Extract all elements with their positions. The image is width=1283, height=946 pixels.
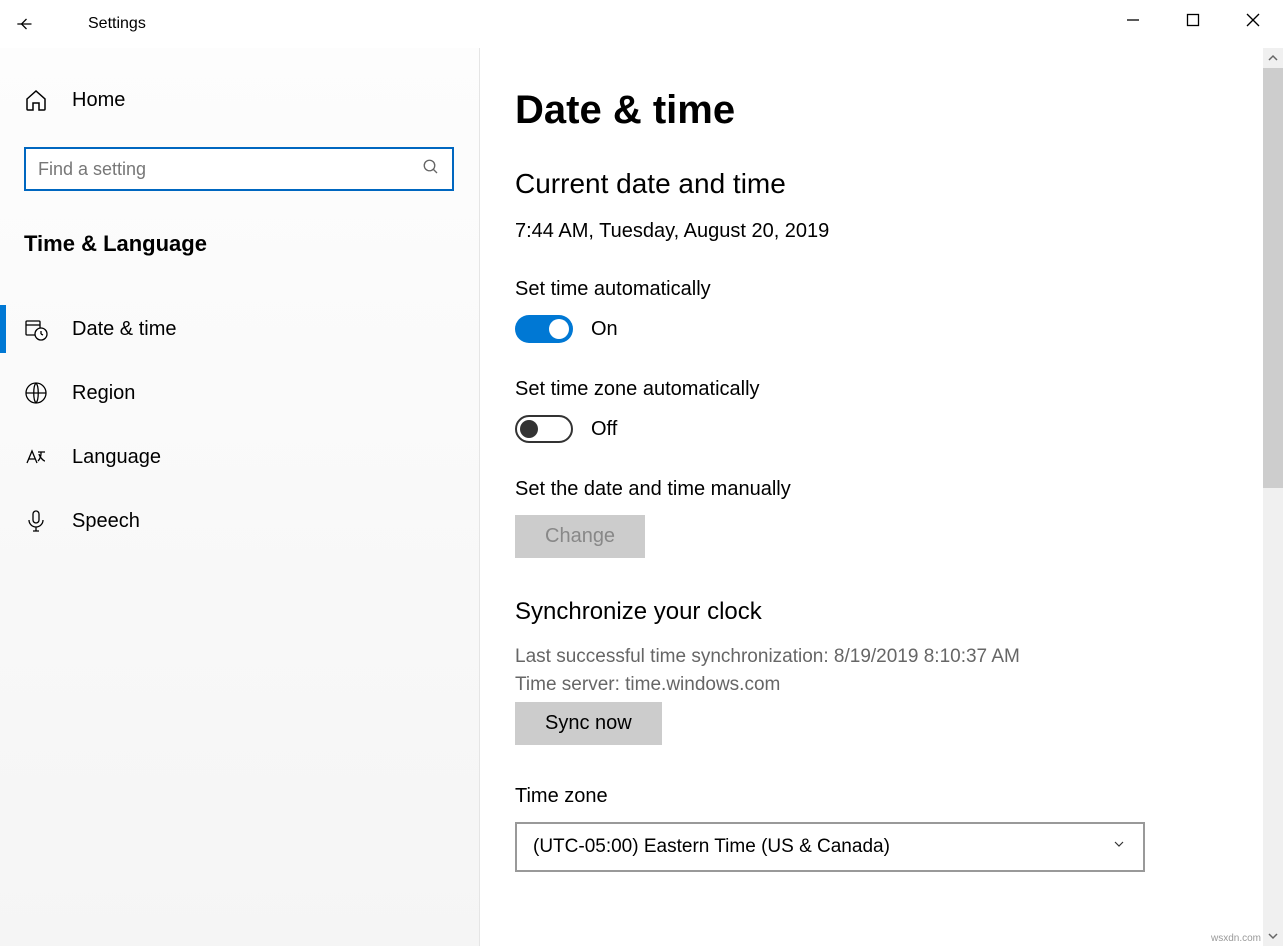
minimize-icon — [1126, 13, 1140, 27]
window-controls — [1103, 0, 1283, 40]
minimize-button[interactable] — [1103, 0, 1163, 40]
calendar-clock-icon — [24, 317, 48, 341]
content-area: Date & time Current date and time 7:44 A… — [480, 48, 1283, 946]
title-bar: Settings — [0, 0, 1283, 48]
scroll-down-button[interactable] — [1263, 926, 1283, 946]
globe-icon — [24, 381, 48, 405]
language-icon — [24, 445, 48, 469]
current-datetime-value: 7:44 AM, Tuesday, August 20, 2019 — [515, 220, 1283, 243]
sidebar-item-language[interactable]: Language — [24, 425, 479, 489]
timezone-value: (UTC-05:00) Eastern Time (US & Canada) — [533, 836, 890, 858]
home-link[interactable]: Home — [24, 88, 479, 112]
sidebar-item-region[interactable]: Region — [24, 361, 479, 425]
microphone-icon — [24, 509, 48, 533]
app-title: Settings — [88, 15, 146, 33]
auto-time-label: Set time automatically — [515, 278, 1283, 301]
sync-last-info: Last successful time synchronization: 8/… — [515, 646, 1283, 668]
chevron-down-icon — [1268, 931, 1278, 941]
sidebar-item-label: Language — [72, 446, 161, 469]
search-icon — [422, 158, 440, 181]
auto-tz-state: Off — [591, 418, 617, 441]
close-icon — [1246, 13, 1260, 27]
sync-heading: Synchronize your clock — [515, 598, 1283, 626]
back-button[interactable] — [0, 0, 48, 48]
manual-label: Set the date and time manually — [515, 478, 1283, 501]
timezone-label: Time zone — [515, 785, 1283, 808]
sync-now-button[interactable]: Sync now — [515, 702, 662, 745]
maximize-icon — [1186, 13, 1200, 27]
search-input[interactable] — [38, 159, 422, 180]
chevron-up-icon — [1268, 53, 1278, 63]
page-title: Date & time — [515, 88, 1283, 133]
home-label: Home — [72, 89, 125, 112]
auto-time-state: On — [591, 318, 618, 341]
scroll-thumb[interactable] — [1263, 68, 1283, 488]
sidebar-item-label: Speech — [72, 510, 140, 533]
arrow-left-icon — [14, 14, 34, 34]
auto-tz-label: Set time zone automatically — [515, 378, 1283, 401]
current-datetime-heading: Current date and time — [515, 168, 1283, 200]
scroll-up-button[interactable] — [1263, 48, 1283, 68]
sidebar-item-label: Region — [72, 382, 135, 405]
chevron-down-icon — [1111, 836, 1127, 858]
change-button: Change — [515, 515, 645, 558]
sidebar: Home Time & Language Date & time Region — [0, 48, 480, 946]
maximize-button[interactable] — [1163, 0, 1223, 40]
watermark-text: wsxdn.com — [1211, 933, 1261, 944]
sidebar-item-label: Date & time — [72, 318, 176, 341]
timezone-dropdown[interactable]: (UTC-05:00) Eastern Time (US & Canada) — [515, 822, 1145, 872]
category-heading: Time & Language — [24, 231, 479, 257]
home-icon — [24, 88, 48, 112]
sidebar-item-date-time[interactable]: Date & time — [24, 297, 479, 361]
auto-time-toggle[interactable] — [515, 315, 573, 343]
close-button[interactable] — [1223, 0, 1283, 40]
search-box[interactable] — [24, 147, 454, 191]
sidebar-item-speech[interactable]: Speech — [24, 489, 479, 553]
scrollbar[interactable] — [1263, 48, 1283, 946]
auto-tz-toggle[interactable] — [515, 415, 573, 443]
sync-server-info: Time server: time.windows.com — [515, 674, 1283, 696]
